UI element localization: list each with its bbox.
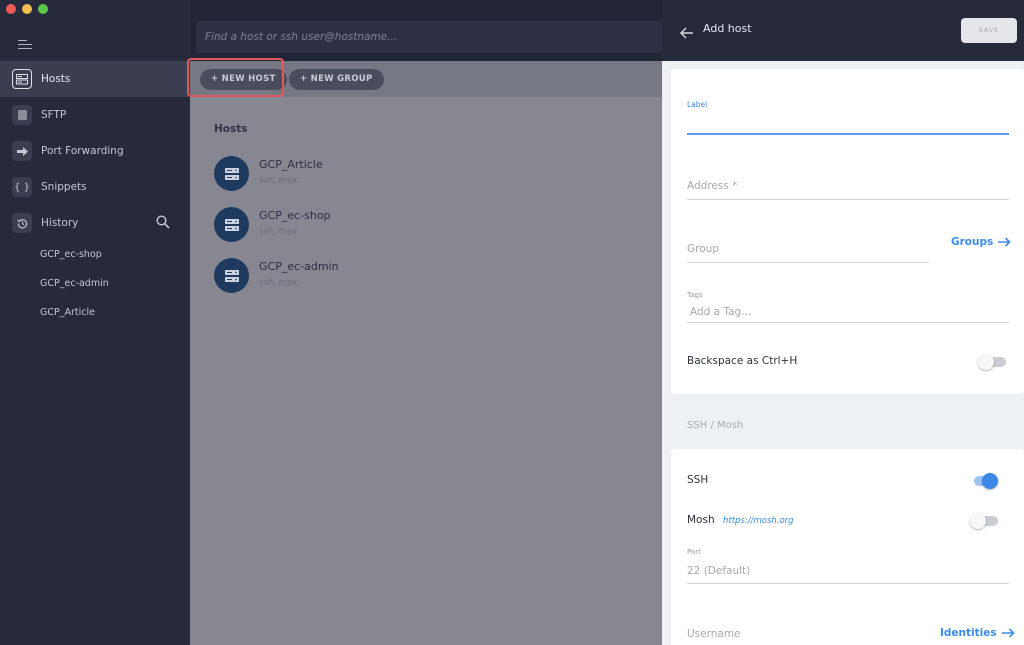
label-field-label: Label [687,100,708,109]
port-input[interactable]: 22 (Default) [687,565,750,577]
sidebar-item-label: History [41,217,79,229]
group-input[interactable]: Group [687,243,719,255]
history-icon [12,213,32,233]
host-name: GCP_Article [259,158,323,171]
ssh-mosh-section-title: SSH / Mosh [687,420,744,431]
host-subtitle: ssh, max [259,227,298,237]
maximize-window-button[interactable] [38,4,48,14]
host-item[interactable]: GCP_ec-admin ssh, max [214,258,514,294]
minimize-window-button[interactable] [22,4,32,14]
sidebar-item-label: Port Forwarding [41,145,124,157]
panel-title: Add host [703,22,752,35]
groups-link[interactable]: Groups [951,236,1011,248]
add-host-form: Label Address * Group Groups Tags Add a … [662,61,1024,645]
history-item[interactable]: GCP_Article [0,298,190,327]
highlight-box [187,58,284,97]
host-subtitle: ssh, max [259,278,298,288]
backspace-label: Backspace as Ctrl+H [687,355,798,367]
identities-link[interactable]: Identities [940,627,1015,639]
new-group-button[interactable]: + NEW GROUP [289,69,384,90]
forward-arrow-icon [12,141,32,161]
sidebar: Hosts SFTP Port Forwarding { } Snippets … [0,0,190,645]
save-button[interactable]: SAVE [961,18,1017,43]
general-card: Label Address * Group Groups Tags Add a … [671,69,1024,394]
close-window-button[interactable] [6,4,16,14]
tags-field-label: Tags [687,291,703,299]
ssh-toggle[interactable] [970,473,998,489]
server-icon [214,258,249,293]
server-icon [12,69,32,89]
port-field-label: Port [687,548,701,556]
tags-input[interactable]: Add a Tag... [690,306,751,318]
sidebar-item-history[interactable]: History [0,205,190,241]
mosh-link[interactable]: https://mosh.org [723,516,794,526]
sidebar-item-hosts[interactable]: Hosts [0,61,190,97]
mosh-label: Mosh [687,514,715,526]
host-subtitle: ssh, max [259,176,298,186]
server-icon [214,156,249,191]
address-input[interactable]: Address * [687,180,737,192]
hosts-title: Hosts [214,123,248,135]
hosts-main: Hosts GCP_Article ssh, max GCP_ec-shop s… [190,97,662,645]
sidebar-item-label: SFTP [41,109,67,121]
sidebar-item-port-forwarding[interactable]: Port Forwarding [0,133,190,169]
mosh-toggle[interactable] [970,513,998,529]
sidebar-item-label: Snippets [41,181,87,193]
window-controls [6,4,48,14]
arrow-right-icon [998,237,1011,247]
port-underline [687,583,1009,584]
sidebar-item-label: Hosts [41,73,71,85]
username-input[interactable]: Username [687,628,741,640]
sidebar-item-snippets[interactable]: { } Snippets [0,169,190,205]
sidebar-item-sftp[interactable]: SFTP [0,97,190,133]
search-input[interactable]: Find a host or ssh user@hostname... [196,21,666,53]
back-arrow-icon[interactable] [680,24,694,39]
server-icon [214,207,249,242]
folder-icon [12,105,32,125]
address-underline [687,199,1009,200]
history-list: GCP_ec-shop GCP_ec-admin GCP_Article [0,240,190,327]
braces-icon: { } [12,177,32,197]
identities-link-label: Identities [940,627,997,639]
groups-link-label: Groups [951,236,994,248]
host-name: GCP_ec-admin [259,260,339,273]
history-item[interactable]: GCP_ec-shop [0,240,190,269]
label-input[interactable] [687,133,1009,135]
host-item[interactable]: GCP_Article ssh, max [214,156,514,192]
ssh-label: SSH [687,474,709,486]
group-underline [687,262,929,263]
host-name: GCP_ec-shop [259,209,331,222]
host-item[interactable]: GCP_ec-shop ssh, max [214,207,514,243]
backspace-toggle[interactable] [978,354,1006,370]
panel-header: Add host SAVE [662,0,1024,61]
search-icon[interactable] [156,215,170,229]
tags-underline [687,322,1009,323]
history-item[interactable]: GCP_ec-admin [0,269,190,298]
arrow-right-icon [1001,628,1015,638]
hamburger-icon[interactable] [18,40,32,50]
ssh-mosh-card: SSH Mosh https://mosh.org Port 22 (Defau… [671,449,1024,645]
sidebar-nav: Hosts SFTP Port Forwarding { } Snippets … [0,61,190,241]
